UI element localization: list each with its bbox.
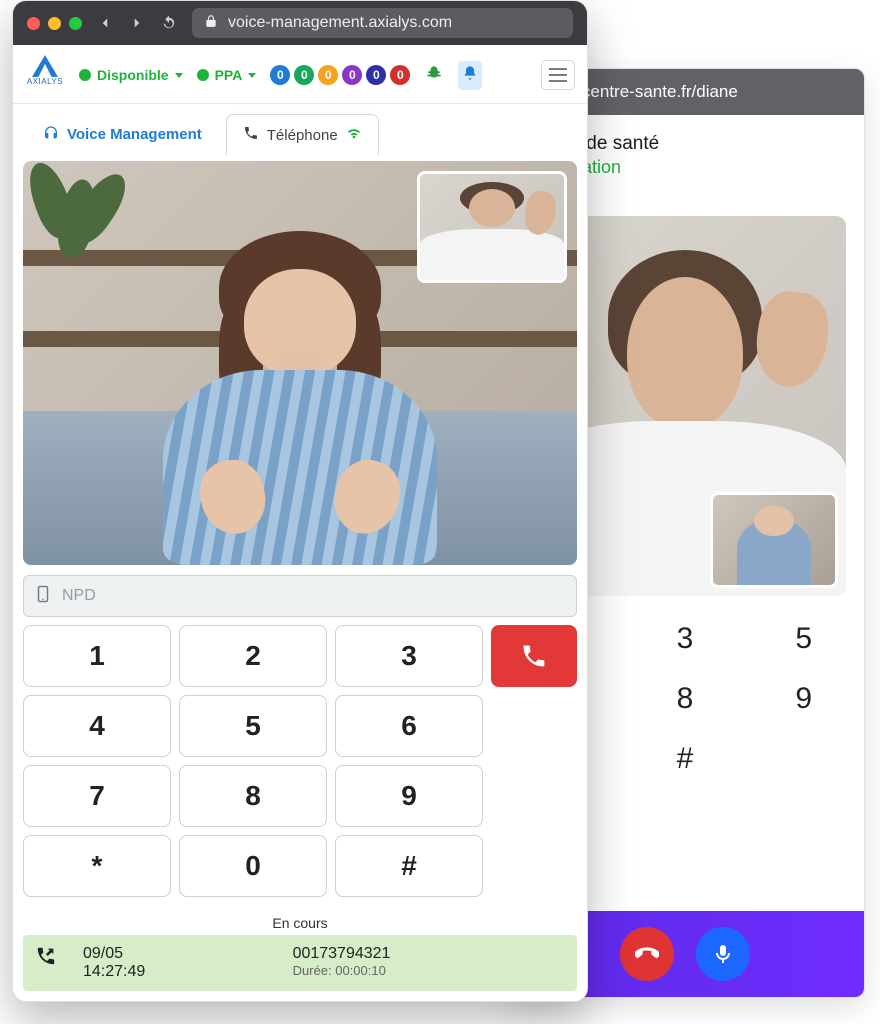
status-ppa[interactable]: PPA — [197, 67, 257, 83]
main-video — [23, 161, 577, 565]
key-3[interactable]: 3 — [653, 622, 718, 656]
chevron-down-icon — [175, 73, 183, 78]
lock-icon — [204, 14, 218, 33]
key-5[interactable]: 5 — [179, 695, 327, 757]
minimize-icon[interactable] — [48, 17, 61, 30]
call-date: 09/05 — [83, 945, 293, 963]
call-duration-label: Durée: — [293, 963, 332, 978]
dialpad: 1 2 3 4 5 6 7 8 9 * 0 # — [23, 625, 483, 897]
reload-icon[interactable] — [160, 14, 178, 32]
pip-video — [417, 171, 567, 283]
ongoing-call-title: En cours — [23, 911, 577, 935]
key-0[interactable]: 0 — [179, 835, 327, 897]
window-titlebar: voice-management.axialys.com — [13, 1, 587, 45]
headset-icon — [43, 125, 59, 145]
hangup-button[interactable] — [620, 927, 674, 981]
hangup-button[interactable] — [491, 625, 577, 687]
key-4[interactable]: 4 — [23, 695, 171, 757]
mic-button[interactable] — [696, 927, 750, 981]
back-icon[interactable] — [96, 14, 114, 32]
badge-5[interactable]: 0 — [390, 65, 410, 85]
forward-icon[interactable] — [128, 14, 146, 32]
brand-logo[interactable]: AXIALYS — [25, 55, 65, 95]
status-dot-icon — [79, 69, 91, 81]
key-9[interactable]: 9 — [771, 682, 836, 716]
fullscreen-icon[interactable] — [69, 17, 82, 30]
url-bar[interactable]: voice-management.axialys.com — [192, 8, 573, 38]
badge-4[interactable]: 0 — [366, 65, 386, 85]
badge-0[interactable]: 0 — [270, 65, 290, 85]
call-number: 00173794321 — [293, 945, 565, 963]
url-text: voice-management.axialys.com — [228, 14, 452, 32]
key-1[interactable]: 1 — [23, 625, 171, 687]
badge-3[interactable]: 0 — [342, 65, 362, 85]
key-7[interactable]: 7 — [23, 765, 171, 827]
key-6[interactable]: 6 — [335, 695, 483, 757]
ongoing-call-section: En cours 09/05 14:27:49 00173794321 Duré… — [23, 911, 577, 991]
key-9[interactable]: 9 — [335, 765, 483, 827]
dial-input[interactable]: NPD — [23, 575, 577, 617]
tab-voice-label: Voice Management — [67, 126, 202, 143]
status-available-label: Disponible — [97, 67, 169, 83]
notification-icon[interactable] — [458, 61, 482, 90]
key-2[interactable]: 2 — [179, 625, 327, 687]
bug-icon[interactable] — [424, 63, 444, 88]
status-ppa-label: PPA — [215, 67, 243, 83]
key-star[interactable]: * — [23, 835, 171, 897]
back-pip-video — [710, 492, 838, 588]
main-tabs: Voice Management Téléphone — [13, 104, 587, 155]
wifi-icon — [346, 125, 362, 145]
key-hash[interactable]: # — [653, 742, 718, 776]
dial-placeholder: NPD — [62, 587, 96, 605]
key-5[interactable]: 5 — [771, 622, 836, 656]
status-available[interactable]: Disponible — [79, 67, 183, 83]
counter-badges: 0 0 0 0 0 0 — [270, 65, 410, 85]
key-hash[interactable]: # — [335, 835, 483, 897]
call-time: 14:27:49 — [83, 963, 293, 981]
device-icon — [34, 583, 52, 610]
phone-icon — [243, 125, 259, 145]
tab-phone-label: Téléphone — [267, 127, 338, 144]
key-8[interactable]: 8 — [653, 682, 718, 716]
traffic-lights[interactable] — [27, 17, 82, 30]
badge-1[interactable]: 0 — [294, 65, 314, 85]
brand-label: AXIALYS — [27, 77, 63, 86]
tab-telephone[interactable]: Téléphone — [226, 114, 379, 155]
tab-voice-management[interactable]: Voice Management — [27, 114, 218, 155]
status-dot-icon — [197, 69, 209, 81]
key-3[interactable]: 3 — [335, 625, 483, 687]
app-toolbar: AXIALYS Disponible PPA 0 0 0 0 0 0 — [13, 45, 587, 104]
badge-2[interactable]: 0 — [318, 65, 338, 85]
outgoing-call-icon — [35, 945, 83, 972]
key-8[interactable]: 8 — [179, 765, 327, 827]
chevron-down-icon — [248, 73, 256, 78]
ongoing-call-card[interactable]: 09/05 14:27:49 00173794321 Durée: 00:00:… — [23, 935, 577, 991]
menu-button[interactable] — [541, 60, 575, 90]
voice-management-window: voice-management.axialys.com AXIALYS Dis… — [12, 0, 588, 1002]
call-duration-value: 00:00:10 — [335, 963, 386, 978]
close-icon[interactable] — [27, 17, 40, 30]
